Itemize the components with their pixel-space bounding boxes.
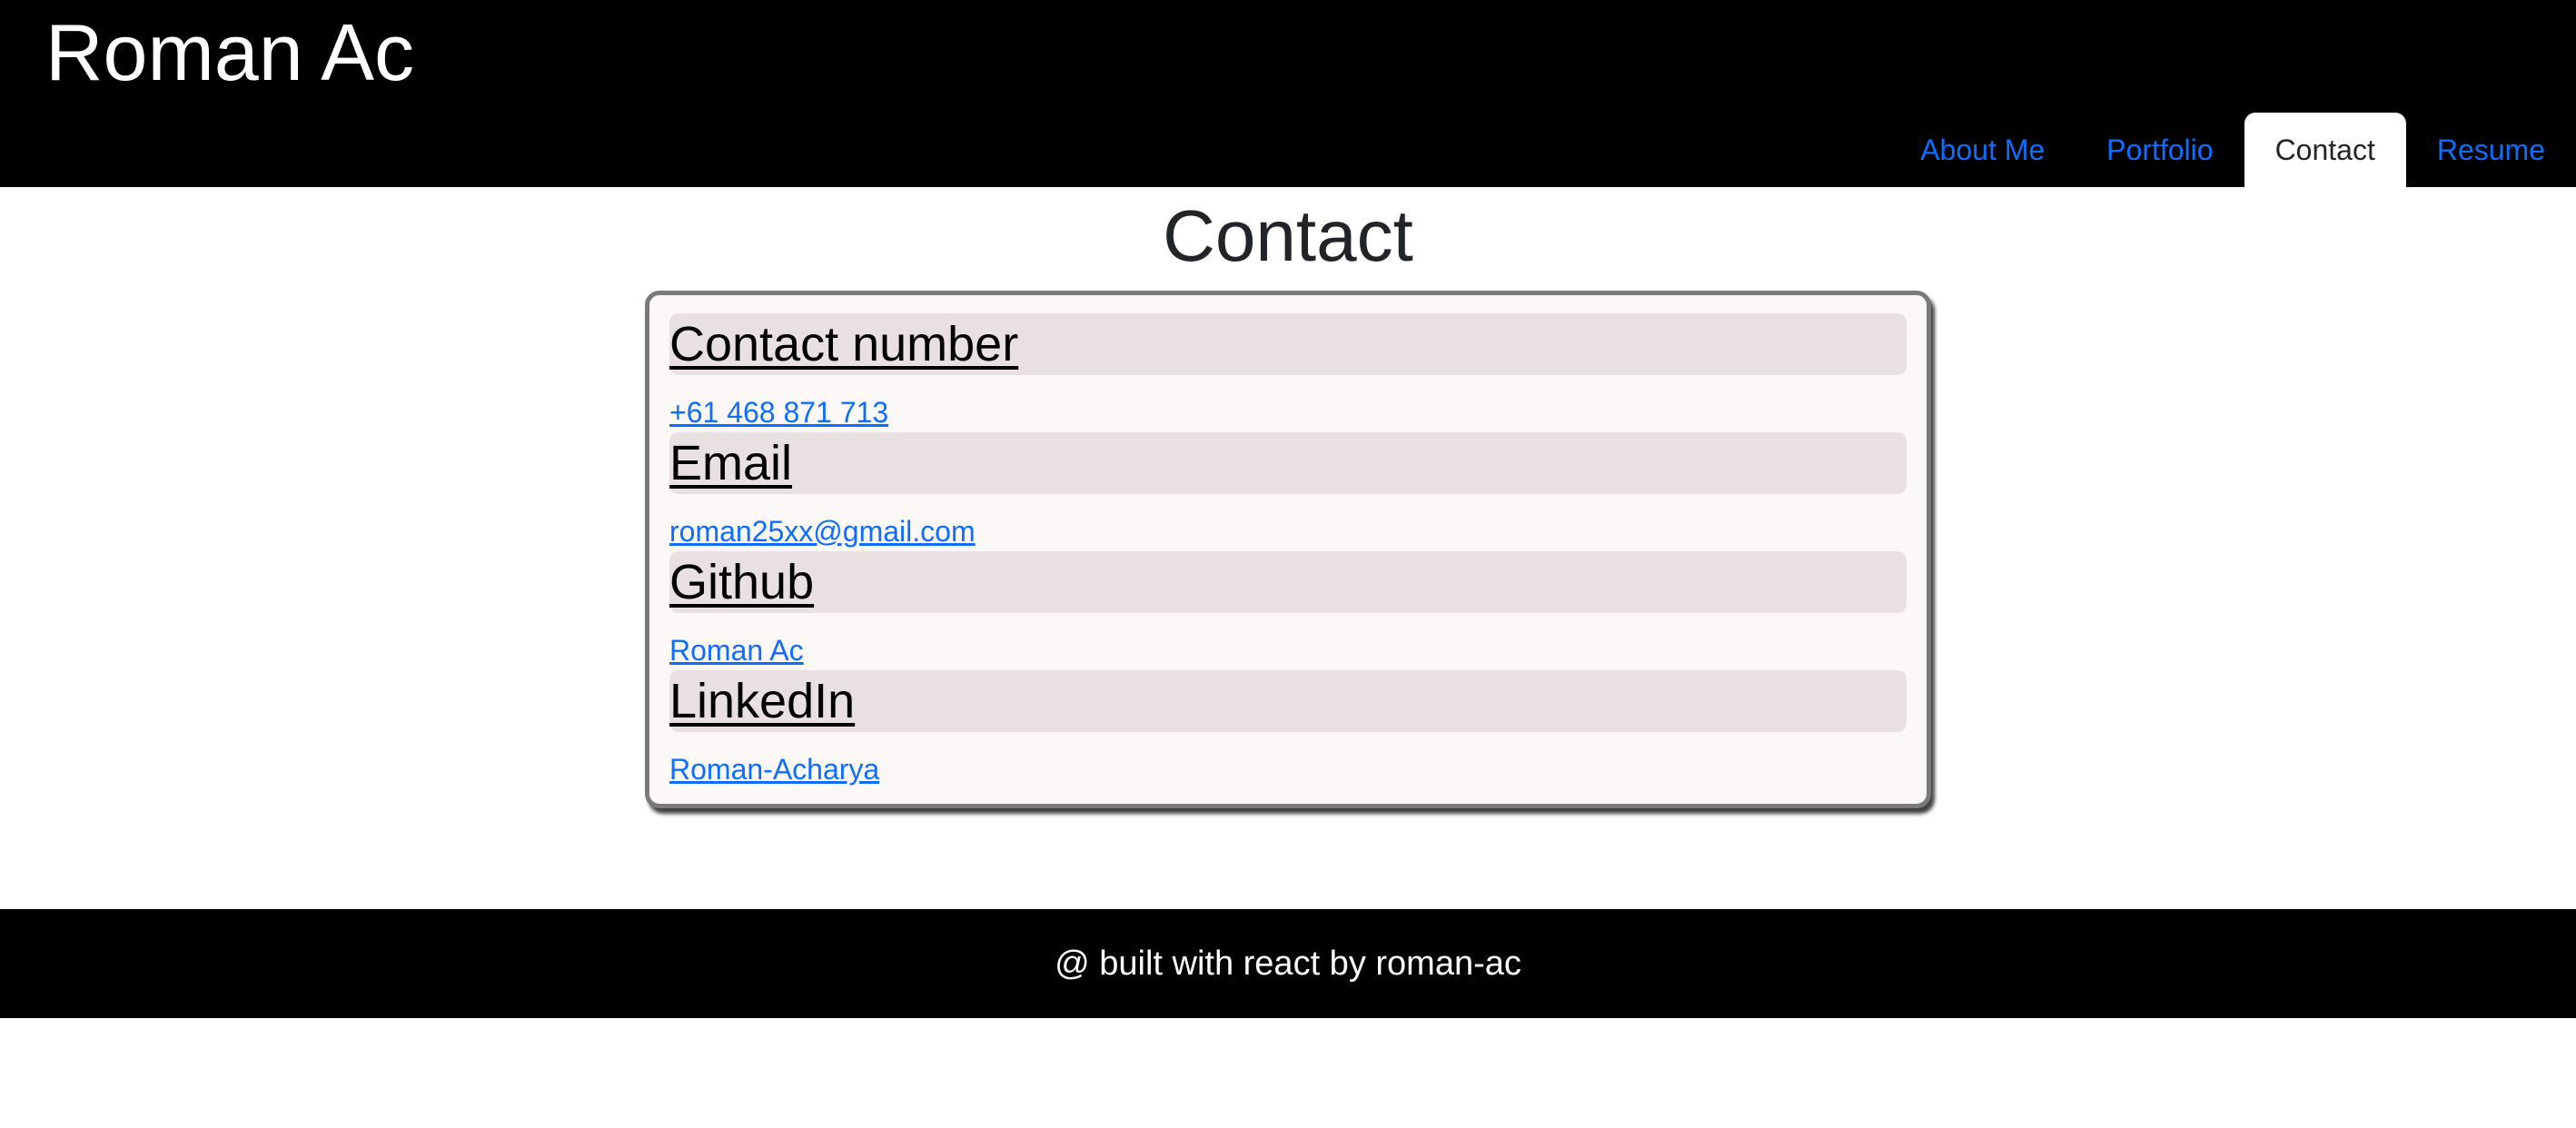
section-heading-label: Contact number [669, 317, 1019, 371]
page-title: Contact [1163, 195, 1413, 276]
nav-tab-contact[interactable]: Contact [2244, 113, 2406, 187]
main-nav: About Me Portfolio Contact Resume [1889, 113, 2576, 187]
email-link[interactable]: roman25xx@gmail.com [669, 494, 1907, 551]
nav-tab-about-me[interactable]: About Me [1889, 113, 2076, 187]
github-link[interactable]: Roman Ac [669, 613, 1907, 670]
section-heading-github: Github [669, 551, 1907, 613]
section-heading-linkedin: LinkedIn [669, 670, 1907, 732]
section-heading-label: LinkedIn [669, 674, 856, 728]
site-title: Roman Ac [45, 7, 414, 97]
site-header: Roman Ac About Me Portfolio Contact Resu… [0, 0, 2576, 187]
footer-text: @ built with react by roman-ac [1055, 944, 1521, 983]
contact-card: Contact number +61 468 871 713 Email rom… [645, 291, 1931, 808]
section-heading-contact-number: Contact number [669, 313, 1907, 375]
phone-link[interactable]: +61 468 871 713 [669, 375, 1907, 432]
section-heading-label: Github [669, 555, 815, 609]
linkedin-link[interactable]: Roman-Acharya [669, 732, 1907, 789]
nav-tab-portfolio[interactable]: Portfolio [2076, 113, 2244, 187]
site-footer: @ built with react by roman-ac [0, 909, 2576, 1018]
section-heading-label: Email [669, 436, 793, 490]
section-heading-email: Email [669, 432, 1907, 494]
nav-tab-resume[interactable]: Resume [2406, 113, 2576, 187]
